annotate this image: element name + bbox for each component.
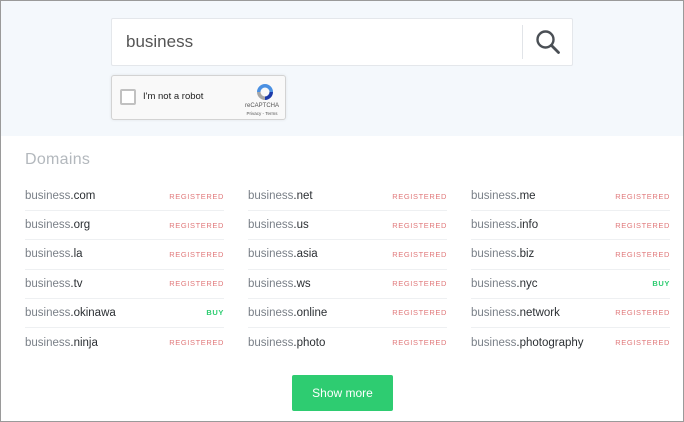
domain-name: business.biz	[471, 248, 535, 261]
domain-row[interactable]: business.nyc BUY	[471, 270, 670, 299]
domain-row[interactable]: business.la REGISTERED	[25, 240, 224, 270]
show-more-button[interactable]: Show more	[292, 375, 393, 411]
domain-row[interactable]: business.org REGISTERED	[25, 211, 224, 241]
status-registered: REGISTERED	[392, 338, 447, 348]
domain-name: business.net	[248, 190, 313, 203]
search-section: I'm not a robot reCAPTCHA Privacy - Term…	[1, 1, 683, 136]
status-registered: REGISTERED	[169, 279, 224, 289]
buy-link[interactable]: BUY	[206, 308, 224, 317]
status-registered: REGISTERED	[392, 308, 447, 318]
status-registered: REGISTERED	[392, 249, 447, 259]
status-registered: REGISTERED	[615, 308, 670, 318]
recaptcha-icon	[257, 84, 273, 100]
domain-row[interactable]: business.photo REGISTERED	[248, 328, 447, 357]
domain-name: business.network	[471, 306, 560, 319]
buy-link[interactable]: BUY	[652, 279, 670, 288]
recaptcha-label: I'm not a robot	[143, 91, 204, 102]
domain-row[interactable]: business.us REGISTERED	[248, 211, 447, 241]
domain-row[interactable]: business.online REGISTERED	[248, 299, 447, 328]
domain-row[interactable]: business.asia REGISTERED	[248, 240, 447, 270]
status-registered: REGISTERED	[615, 249, 670, 259]
domain-row[interactable]: business.info REGISTERED	[471, 211, 670, 241]
domains-heading: Domains	[25, 151, 91, 168]
domain-row[interactable]: business.okinawa BUY	[25, 299, 224, 328]
domain-name: business.tv	[25, 277, 83, 290]
status-registered: REGISTERED	[169, 249, 224, 259]
domain-row[interactable]: business.photography REGISTERED	[471, 328, 670, 357]
domain-row[interactable]: business.me REGISTERED	[471, 182, 670, 212]
domain-column: business.me REGISTERED business.info REGIS…	[471, 182, 670, 357]
domain-name: business.us	[248, 219, 309, 232]
domain-name: business.ninja	[25, 336, 98, 349]
domain-name: business.okinawa	[25, 306, 116, 319]
recaptcha-checkbox[interactable]	[120, 89, 136, 105]
search-input[interactable]	[112, 19, 522, 65]
domain-row[interactable]: business.tv REGISTERED	[25, 270, 224, 299]
status-registered: REGISTERED	[615, 220, 670, 230]
domain-name: business.online	[248, 306, 328, 319]
domain-name: business.me	[471, 190, 536, 203]
page: I'm not a robot reCAPTCHA Privacy - Term…	[0, 0, 684, 422]
status-registered: REGISTERED	[392, 279, 447, 289]
domain-grid: business.com REGISTERED business.org REGIS…	[25, 182, 670, 357]
domain-column: business.net REGISTERED business.us REGIST…	[248, 182, 447, 357]
domain-name: business.nyc	[471, 277, 538, 290]
domain-row[interactable]: business.ws REGISTERED	[248, 270, 447, 299]
search-button[interactable]	[523, 19, 573, 65]
domain-name: business.org	[25, 219, 91, 232]
domain-row[interactable]: business.com REGISTERED	[25, 182, 224, 212]
domain-name: business.asia	[248, 248, 318, 261]
domain-name: business.la	[25, 248, 83, 261]
domain-row[interactable]: business.ninja REGISTERED	[25, 328, 224, 357]
status-registered: REGISTERED	[169, 220, 224, 230]
domain-name: business.info	[471, 219, 539, 232]
domain-column: business.com REGISTERED business.org REGIS…	[25, 182, 224, 357]
status-registered: REGISTERED	[392, 191, 447, 201]
domain-name: business.photo	[248, 336, 326, 349]
domain-row[interactable]: business.net REGISTERED	[248, 182, 447, 212]
search-box	[111, 18, 573, 66]
domain-name: business.ws	[248, 277, 311, 290]
domain-row[interactable]: business.biz REGISTERED	[471, 240, 670, 270]
search-icon	[536, 30, 560, 54]
status-registered: REGISTERED	[615, 338, 670, 348]
recaptcha-brand: reCAPTCHA	[244, 103, 279, 109]
status-registered: REGISTERED	[615, 191, 670, 201]
recaptcha-widget: I'm not a robot reCAPTCHA Privacy - Term…	[111, 75, 286, 120]
recaptcha-links[interactable]: Privacy - Terms	[240, 111, 284, 116]
status-registered: REGISTERED	[169, 338, 224, 348]
domain-name: business.com	[25, 190, 96, 203]
status-registered: REGISTERED	[169, 191, 224, 201]
status-registered: REGISTERED	[392, 220, 447, 230]
domain-row[interactable]: business.network REGISTERED	[471, 299, 670, 328]
domain-name: business.photography	[471, 336, 584, 349]
